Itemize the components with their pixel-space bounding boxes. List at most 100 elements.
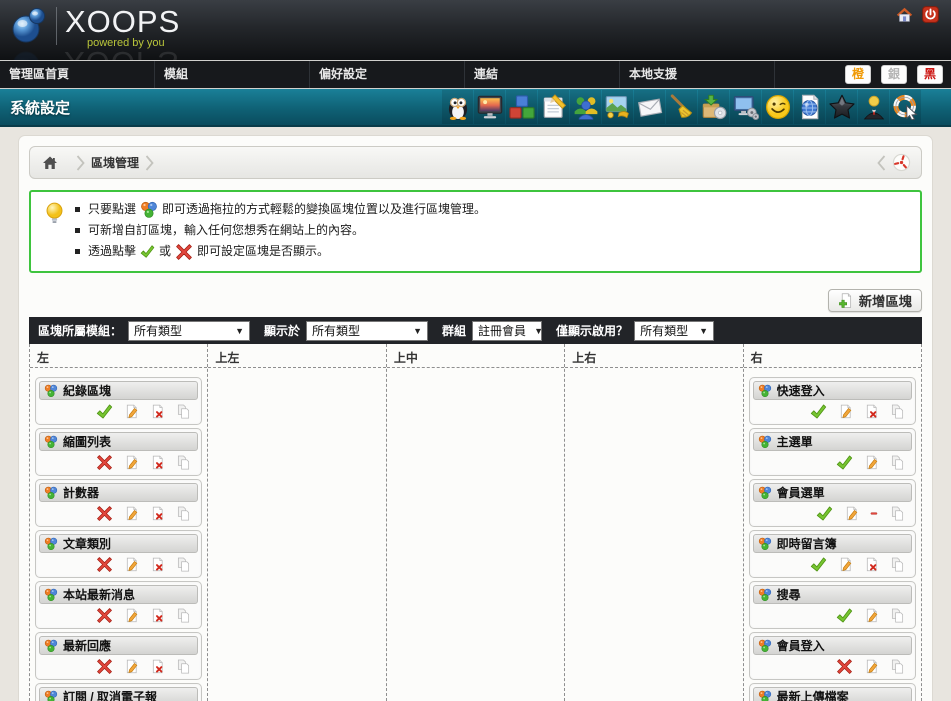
- block-header[interactable]: 即時留言簿: [753, 534, 912, 553]
- edit-button[interactable]: [124, 404, 139, 419]
- theme-button-1[interactable]: 橙: [845, 65, 871, 84]
- clone-button[interactable]: [176, 506, 191, 521]
- clone-button[interactable]: [176, 557, 191, 572]
- star-icon[interactable]: [826, 90, 857, 124]
- clone-button[interactable]: [176, 455, 191, 470]
- edit-button[interactable]: [838, 557, 853, 572]
- edit-button[interactable]: [844, 506, 859, 521]
- drag-handle-icon[interactable]: [44, 486, 58, 500]
- block-header[interactable]: 會員登入: [753, 636, 912, 655]
- drag-handle-icon[interactable]: [44, 588, 58, 602]
- edit-button[interactable]: [838, 404, 853, 419]
- clone-button[interactable]: [890, 608, 905, 623]
- edit-button[interactable]: [864, 659, 879, 674]
- penguin-avatar-icon[interactable]: [442, 90, 473, 124]
- edit-button[interactable]: [124, 608, 139, 623]
- drag-handle-icon[interactable]: [758, 537, 772, 551]
- minus-button[interactable]: [870, 509, 879, 518]
- drag-handle-icon[interactable]: [758, 588, 772, 602]
- block-header[interactable]: 本站最新消息: [39, 585, 198, 604]
- notepad-icon[interactable]: [538, 90, 569, 124]
- delete-button[interactable]: [150, 557, 165, 572]
- clone-button[interactable]: [890, 557, 905, 572]
- drag-handle-icon[interactable]: [44, 537, 58, 551]
- edit-button[interactable]: [864, 455, 879, 470]
- clone-button[interactable]: [176, 608, 191, 623]
- block-header[interactable]: 縮圖列表: [39, 432, 198, 451]
- block-header[interactable]: 會員選單: [753, 483, 912, 502]
- home-button[interactable]: [896, 6, 913, 23]
- nav-item-5[interactable]: 本地支援: [620, 61, 775, 88]
- drag-handle-icon[interactable]: [44, 435, 58, 449]
- delete-button[interactable]: [150, 455, 165, 470]
- delete-button[interactable]: [864, 404, 879, 419]
- clone-button[interactable]: [890, 659, 905, 674]
- delete-button[interactable]: [150, 404, 165, 419]
- logo[interactable]: XOOPS powered by you: [8, 5, 180, 49]
- breadcrumb-item-blocks[interactable]: 區塊管理: [91, 154, 139, 171]
- hidden-toggle-button[interactable]: [96, 607, 113, 624]
- mail-icon[interactable]: [634, 90, 665, 124]
- theme-button-3[interactable]: 黑: [917, 65, 943, 84]
- delete-button[interactable]: [150, 659, 165, 674]
- drag-handle-icon[interactable]: [44, 639, 58, 653]
- visible-toggle-button[interactable]: [810, 556, 827, 573]
- visible-toggle-button[interactable]: [96, 403, 113, 420]
- filter-select-1[interactable]: 所有類型▼: [128, 321, 250, 341]
- clone-button[interactable]: [176, 659, 191, 674]
- globe-page-icon[interactable]: [794, 90, 825, 124]
- nav-item-2[interactable]: 模組: [155, 61, 310, 88]
- block-header[interactable]: 最新上傳檔案: [753, 687, 912, 701]
- block-header[interactable]: 訂閱 / 取消電子報: [39, 687, 198, 701]
- block-header[interactable]: 快速登入: [753, 381, 912, 400]
- smiley-icon[interactable]: [762, 90, 793, 124]
- block-header[interactable]: 計數器: [39, 483, 198, 502]
- drag-handle-icon[interactable]: [758, 435, 772, 449]
- hidden-toggle-button[interactable]: [96, 454, 113, 471]
- block-header[interactable]: 最新回應: [39, 636, 198, 655]
- edit-button[interactable]: [124, 557, 139, 572]
- visible-toggle-button[interactable]: [836, 607, 853, 624]
- hidden-toggle-button[interactable]: [96, 658, 113, 675]
- block-header[interactable]: 紀錄區塊: [39, 381, 198, 400]
- nav-item-1[interactable]: 管理區首頁: [0, 61, 155, 88]
- drag-handle-icon[interactable]: [44, 384, 58, 398]
- hidden-toggle-button[interactable]: [96, 505, 113, 522]
- visible-toggle-button[interactable]: [836, 454, 853, 471]
- block-header[interactable]: 主選單: [753, 432, 912, 451]
- nav-item-4[interactable]: 連結: [465, 61, 620, 88]
- drag-handle-icon[interactable]: [758, 639, 772, 653]
- drag-handle-icon[interactable]: [758, 690, 772, 701]
- edit-button[interactable]: [124, 506, 139, 521]
- clone-button[interactable]: [890, 506, 905, 521]
- visible-toggle-button[interactable]: [810, 403, 827, 420]
- help-buoy-icon[interactable]: [890, 90, 921, 124]
- block-header[interactable]: 文章類別: [39, 534, 198, 553]
- desktop-settings-icon[interactable]: [730, 90, 761, 124]
- filter-select-3[interactable]: 註冊會員▼: [472, 321, 542, 341]
- user-rank-icon[interactable]: [858, 90, 889, 124]
- hidden-toggle-button[interactable]: [836, 658, 853, 675]
- image-editor-icon[interactable]: [602, 90, 633, 124]
- nav-item-3[interactable]: 偏好設定: [310, 61, 465, 88]
- visible-toggle-button[interactable]: [816, 505, 833, 522]
- hidden-toggle-button[interactable]: [96, 556, 113, 573]
- drag-handle-icon[interactable]: [758, 486, 772, 500]
- delete-button[interactable]: [150, 608, 165, 623]
- package-icon[interactable]: [698, 90, 729, 124]
- groups-icon[interactable]: [570, 90, 601, 124]
- filter-select-4[interactable]: 所有類型▼: [634, 321, 714, 341]
- edit-button[interactable]: [124, 659, 139, 674]
- theme-button-2[interactable]: 銀: [881, 65, 907, 84]
- edit-button[interactable]: [864, 608, 879, 623]
- breadcrumb-home-icon[interactable]: [30, 155, 70, 171]
- drag-handle-icon[interactable]: [44, 690, 58, 701]
- blocks-icon[interactable]: [506, 90, 537, 124]
- clone-button[interactable]: [890, 455, 905, 470]
- filter-select-2[interactable]: 所有類型▼: [306, 321, 428, 341]
- monitor-theme-icon[interactable]: [474, 90, 505, 124]
- delete-button[interactable]: [150, 506, 165, 521]
- block-header[interactable]: 搜尋: [753, 585, 912, 604]
- edit-button[interactable]: [124, 455, 139, 470]
- delete-button[interactable]: [864, 557, 879, 572]
